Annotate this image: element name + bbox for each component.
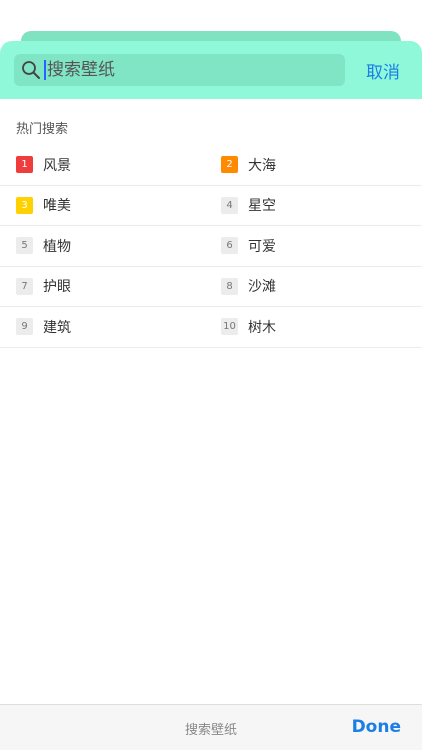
search-box[interactable] xyxy=(14,54,345,86)
done-button[interactable]: Done xyxy=(352,717,401,737)
hot-search-item[interactable]: 8 沙滩 xyxy=(221,276,422,296)
keyboard-toolbar: 搜索壁纸 Done xyxy=(0,704,422,750)
hot-search-item[interactable]: 6 可爱 xyxy=(221,236,422,256)
hot-search-term: 沙滩 xyxy=(248,279,276,296)
rank-badge: 4 xyxy=(221,196,238,214)
hot-search-row: 5 植物 6 可爱 xyxy=(0,226,422,267)
hot-search-term: 可爱 xyxy=(248,238,276,255)
rank-badge: 7 xyxy=(16,277,33,295)
cancel-button[interactable]: 取消 xyxy=(366,58,400,83)
hot-search-row: 9 建筑 10 树木 xyxy=(0,307,422,348)
hot-search-term: 植物 xyxy=(43,238,71,255)
hot-search-item[interactable]: 2 大海 xyxy=(221,155,422,175)
hot-search-term: 建筑 xyxy=(43,319,71,336)
hot-search-title: 热门搜索 xyxy=(16,122,69,137)
rank-badge: 10 xyxy=(221,318,238,336)
hot-search-item[interactable]: 5 植物 xyxy=(0,236,221,256)
hot-search-row: 1 风景 2 大海 xyxy=(0,145,422,186)
hot-search-row: 7 护眼 8 沙滩 xyxy=(0,267,422,307)
hot-search-term: 星空 xyxy=(248,198,276,215)
rank-badge: 1 xyxy=(16,156,33,174)
rank-badge: 2 xyxy=(221,156,238,174)
hot-search-term: 护眼 xyxy=(43,279,71,296)
hot-search-term: 唯美 xyxy=(43,198,71,215)
hot-search-item[interactable]: 3 唯美 xyxy=(0,195,221,215)
hot-search-row: 3 唯美 4 星空 xyxy=(0,186,422,226)
rank-badge: 9 xyxy=(16,318,33,336)
search-icon xyxy=(22,61,40,79)
search-header: 取消 xyxy=(0,41,422,99)
hot-search-item[interactable]: 4 星空 xyxy=(221,195,422,215)
rank-badge: 5 xyxy=(16,237,33,255)
rank-badge: 3 xyxy=(16,196,33,214)
rank-badge: 6 xyxy=(221,237,238,255)
hot-search-term: 树木 xyxy=(248,319,276,336)
hot-search-item[interactable]: 10 树木 xyxy=(221,317,422,337)
hot-search-item[interactable]: 1 风景 xyxy=(0,155,221,175)
text-caret xyxy=(44,60,46,80)
search-input[interactable] xyxy=(47,56,327,84)
hot-search-item[interactable]: 7 护眼 xyxy=(0,276,221,296)
hot-search-term: 大海 xyxy=(248,157,276,174)
hot-search-term: 风景 xyxy=(43,157,71,174)
rank-badge: 8 xyxy=(221,277,238,295)
hot-search-item[interactable]: 9 建筑 xyxy=(0,317,221,337)
hot-search-list: 1 风景 2 大海 3 唯美 4 星空 5 植物 6 可爱 7 护眼 8 沙滩 … xyxy=(0,145,422,348)
